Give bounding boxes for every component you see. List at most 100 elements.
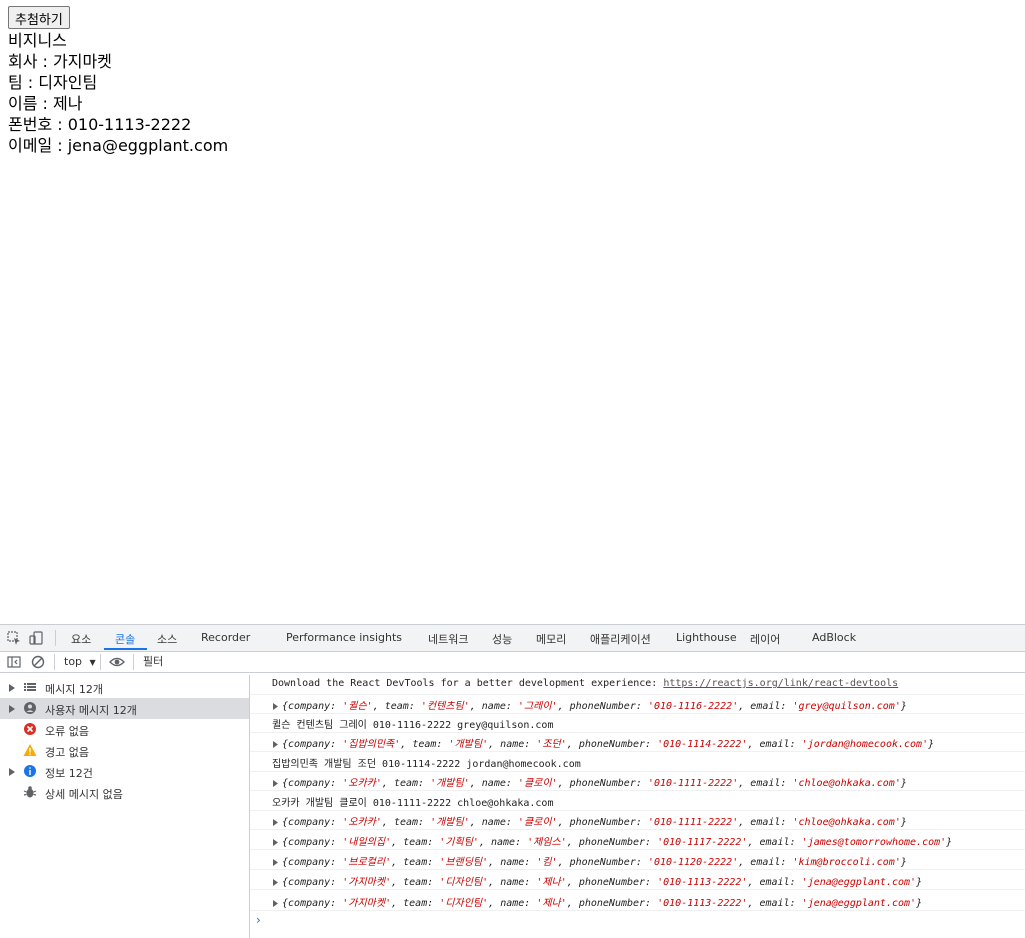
object-value-name: '제임스' (527, 837, 567, 848)
object-value-email: 'james@tomorrowhome.com' (801, 837, 947, 848)
console-object-preview: {company: '브로컬리', team: '브랜딩팀', name: '킴… (282, 857, 907, 868)
tab-4[interactable]: Performance insights (286, 631, 402, 644)
email-line: 이메일 : jena@eggplant.com (8, 136, 229, 155)
tab-2[interactable]: 소스 (157, 631, 177, 647)
sidebar-item-verbose[interactable]: 상세 메시지 없음 (0, 782, 249, 803)
value-text: 010-1113-2222 (663, 898, 742, 909)
object-value-company: '가지마켓' (342, 898, 392, 909)
console-message: Download the React DevTools for a better… (250, 675, 1025, 695)
value-text: james@tomorrowhome.com (807, 837, 941, 848)
expand-arrow-icon[interactable] (273, 897, 278, 910)
value-text: kim@broccoli.com (798, 857, 895, 868)
expand-arrow-icon[interactable] (273, 777, 278, 790)
filter-input[interactable] (139, 653, 1025, 670)
sidebar-toggle-icon[interactable] (6, 654, 22, 670)
console-message[interactable]: {company: '가지마켓', team: '디자인팀', name: '제… (250, 891, 1025, 911)
console-output: Download the React DevTools for a better… (250, 675, 1025, 938)
object-value-name: '제나' (536, 877, 567, 888)
sidebar-item-label: 상세 메시지 없음 (45, 788, 123, 801)
tab-9[interactable]: Lighthouse (676, 631, 737, 644)
object-value-company: '오카카' (342, 778, 382, 789)
tab-8[interactable]: 애플리케이션 (590, 631, 651, 647)
value-text: 조던 (542, 739, 561, 750)
console-message[interactable]: {company: '오카카', team: '개발팀', name: '클로이… (250, 771, 1025, 791)
object-value-phoneNumber: '010-1113-2222' (657, 898, 748, 909)
value-text: 가지마켓 (348, 898, 386, 909)
inspect-element-icon[interactable] (6, 630, 22, 646)
value-text: 디자인팀 (445, 877, 483, 888)
value-text: 오카카 (348, 778, 376, 789)
tab-6[interactable]: 성능 (492, 631, 512, 647)
value-text: 오카카 (348, 817, 376, 828)
expand-arrow-icon[interactable] (273, 700, 278, 713)
console-message[interactable]: {company: '집밥의민족', team: '개발팀', name: '조… (250, 732, 1025, 752)
console-prompt[interactable]: › (256, 913, 261, 927)
tab-3[interactable]: Recorder (201, 631, 250, 644)
value-text: 가지마켓 (348, 877, 386, 888)
expand-arrow-icon[interactable] (273, 816, 278, 829)
object-value-phoneNumber: '010-1120-2222' (647, 857, 739, 868)
value-text: chloe@ohkaka.com (798, 778, 895, 789)
devtools-link[interactable]: https://reactjs.org/link/react-devtools (663, 678, 898, 689)
expand-arrow-icon (9, 766, 15, 779)
draw-button[interactable]: 추첨하기 (8, 6, 70, 29)
console-message[interactable]: {company: '퀼슨', team: '컨텐츠팀', name: '그레이… (250, 694, 1025, 714)
context-label: top (64, 655, 83, 668)
console-message[interactable]: {company: '내일의집', team: '기획팀', name: '제임… (250, 830, 1025, 850)
object-value-email: 'jena@eggplant.com' (801, 898, 917, 909)
card-type: 비지니스 (8, 31, 67, 50)
tab-0[interactable]: 요소 (71, 631, 91, 647)
object-value-name: '조던' (536, 739, 567, 750)
value-text: 퀼슨 (348, 701, 367, 712)
sidebar-item-label: 사용자 메시지 12개 (45, 704, 137, 717)
console-message[interactable]: {company: '가지마켓', team: '디자인팀', name: '제… (250, 870, 1025, 890)
eye-icon[interactable] (109, 654, 125, 670)
value-text: 기획팀 (445, 837, 473, 848)
console-object-preview: {company: '내일의집', team: '기획팀', name: '제임… (282, 837, 953, 848)
object-value-phoneNumber: '010-1116-2222' (647, 701, 739, 712)
sidebar-item-info[interactable]: 정보 12건 (0, 761, 249, 782)
console-message: 퀼슨 컨텐츠팀 그레이 010-1116-2222 grey@quilson.c… (250, 713, 1025, 733)
value-text: 개발팀 (454, 739, 483, 750)
object-value-team: '기획팀' (439, 837, 479, 848)
console-sidebar: 메시지 12개 사용자 메시지 12개 오류 없음 경고 없음 정보 12건 상… (0, 675, 250, 938)
value-text: 클로이 (523, 778, 552, 789)
console-message[interactable]: {company: '오카카', team: '개발팀', name: '클로이… (250, 810, 1025, 830)
console-message[interactable]: {company: '브로컬리', team: '브랜딩팀', name: '킴… (250, 850, 1025, 870)
clear-console-icon[interactable] (30, 654, 46, 670)
object-value-name: '그레이' (517, 701, 558, 712)
console-message: 오카카 개발팀 클로이 010-1111-2222 chloe@ohkaka.c… (250, 791, 1025, 811)
value-text: 그레이 (523, 701, 552, 712)
sidebar-item-messages[interactable]: 메시지 12개 (0, 677, 249, 698)
value-text: 제임스 (533, 837, 561, 848)
device-toolbar-icon[interactable] (28, 630, 44, 646)
object-value-team: '브랜딩팀' (439, 857, 489, 868)
expand-arrow-icon[interactable] (273, 876, 278, 889)
value-text: 내일의집 (348, 837, 386, 848)
sidebar-item-errors[interactable]: 오류 없음 (0, 719, 249, 740)
tab-11[interactable]: AdBlock (812, 631, 856, 644)
object-value-phoneNumber: '010-1111-2222' (647, 817, 739, 828)
console-object-preview: {company: '집밥의민족', team: '개발팀', name: '조… (282, 739, 935, 750)
sidebar-item-user-messages[interactable]: 사용자 메시지 12개 (0, 698, 249, 719)
object-value-name: '클로이' (517, 778, 558, 789)
context-selector[interactable]: top ▼ (64, 655, 96, 668)
expand-arrow-icon[interactable] (273, 738, 278, 751)
tab-5[interactable]: 네트워크 (428, 631, 468, 647)
object-value-email: 'chloe@ohkaka.com' (792, 817, 901, 828)
tab-1[interactable]: 콘솔 (115, 631, 135, 647)
expand-arrow-icon[interactable] (273, 856, 278, 869)
expand-arrow-icon[interactable] (273, 836, 278, 849)
object-value-company: '가지마켓' (342, 877, 392, 888)
tab-7[interactable]: 메모리 (536, 631, 566, 647)
console-object-preview: {company: '오카카', team: '개발팀', name: '클로이… (282, 817, 907, 828)
object-value-name: '클로이' (517, 817, 558, 828)
object-value-email: 'grey@quilson.com' (792, 701, 901, 712)
name-line: 이름 : 제나 (8, 94, 83, 113)
sidebar-item-warnings[interactable]: 경고 없음 (0, 740, 249, 761)
tab-10[interactable]: 레이어 (750, 631, 780, 647)
sidebar-item-label: 오류 없음 (45, 725, 89, 738)
value-text: jordan@homecook.com (807, 739, 923, 750)
bug-icon (23, 785, 37, 799)
active-tab-underline (104, 648, 147, 650)
